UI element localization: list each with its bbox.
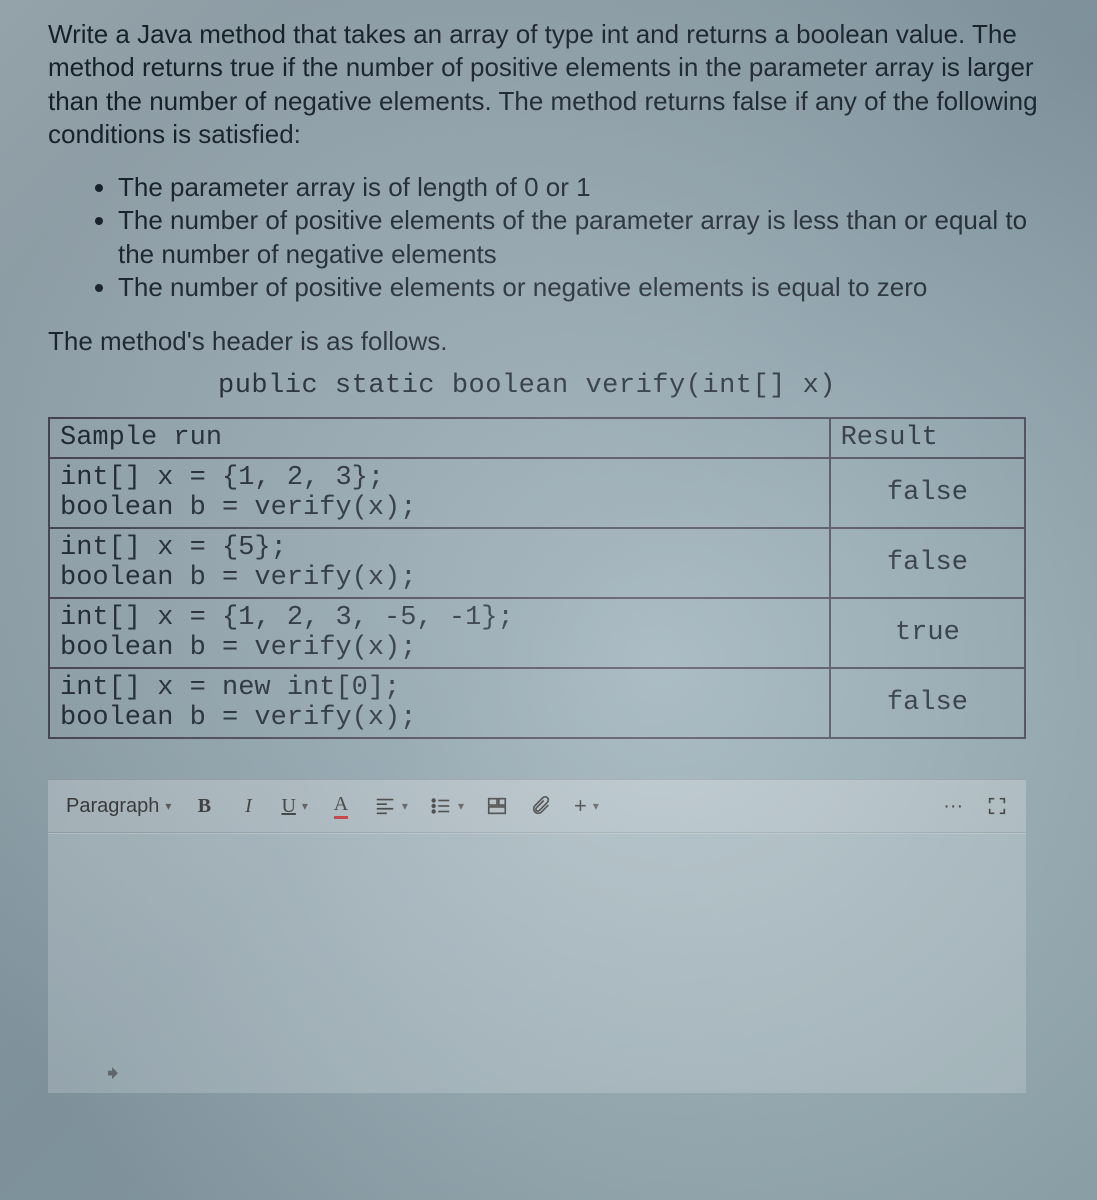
result-cell: true <box>830 598 1026 668</box>
attachment-icon <box>530 795 552 817</box>
fullscreen-button[interactable] <box>986 795 1008 817</box>
conditions-list: The parameter array is of length of 0 or… <box>118 171 1067 304</box>
table-header-sample: Sample run <box>49 418 830 458</box>
chevron-down-icon: ▾ <box>593 799 599 813</box>
code-line: boolean b = verify(x); <box>60 703 819 733</box>
text-color-button[interactable]: A <box>330 793 352 819</box>
condition-item: The parameter array is of length of 0 or… <box>118 171 1067 204</box>
table-row: int[] x = {1, 2, 3, -5, -1}; boolean b =… <box>49 598 1025 668</box>
chevron-down-icon: ▾ <box>302 799 308 813</box>
code-line: int[] x = new int[0]; <box>60 673 819 703</box>
align-button[interactable]: ▾ <box>374 795 408 817</box>
list-icon <box>430 795 452 817</box>
insert-button[interactable]: + ▾ <box>574 793 599 819</box>
method-signature: public static boolean verify(int[] x) <box>218 371 1067 401</box>
list-button[interactable]: ▾ <box>430 795 464 817</box>
method-header-label: The method's header is as follows. <box>48 326 1067 357</box>
answer-textarea[interactable] <box>48 833 1026 1093</box>
paragraph-style-label: Paragraph <box>66 795 159 818</box>
table-row: int[] x = {5}; boolean b = verify(x); fa… <box>49 528 1025 598</box>
paragraph-style-select[interactable]: Paragraph ▾ <box>66 795 171 818</box>
bold-button[interactable]: B <box>193 795 215 818</box>
code-line: boolean b = verify(x); <box>60 563 819 593</box>
align-icon <box>374 795 396 817</box>
code-line: int[] x = {1, 2, 3}; <box>60 463 819 493</box>
underline-button[interactable]: U ▾ <box>281 795 307 818</box>
sample-table: Sample run Result int[] x = {1, 2, 3}; b… <box>48 417 1026 739</box>
fullscreen-icon <box>986 795 1008 817</box>
underline-label: U <box>281 795 295 818</box>
attachment-button[interactable] <box>530 795 552 817</box>
condition-item: The number of positive elements of the p… <box>118 204 1067 271</box>
table-row: int[] x = new int[0]; boolean b = verify… <box>49 668 1025 738</box>
media-button[interactable] <box>486 795 508 817</box>
chevron-down-icon: ▾ <box>402 799 408 813</box>
resize-handle-icon[interactable] <box>108 1067 118 1079</box>
media-icon <box>486 795 508 817</box>
code-line: boolean b = verify(x); <box>60 633 819 663</box>
condition-item: The number of positive elements or negat… <box>118 271 1067 304</box>
text-color-icon: A <box>334 793 348 819</box>
table-row: int[] x = {1, 2, 3}; boolean b = verify(… <box>49 458 1025 528</box>
result-cell: false <box>830 668 1026 738</box>
code-line: int[] x = {1, 2, 3, -5, -1}; <box>60 603 819 633</box>
chevron-down-icon: ▾ <box>165 799 171 813</box>
result-cell: false <box>830 458 1026 528</box>
question-intro: Write a Java method that takes an array … <box>48 18 1067 151</box>
plus-icon: + <box>574 793 587 819</box>
table-header-result: Result <box>830 418 1026 458</box>
code-line: int[] x = {5}; <box>60 533 819 563</box>
italic-button[interactable]: I <box>237 795 259 818</box>
result-cell: false <box>830 528 1026 598</box>
chevron-down-icon: ▾ <box>458 799 464 813</box>
more-button[interactable]: ··· <box>942 795 964 818</box>
editor-toolbar: Paragraph ▾ B I U ▾ A ▾ ▾ + ▾ ··· <box>48 779 1026 833</box>
code-line: boolean b = verify(x); <box>60 493 819 523</box>
